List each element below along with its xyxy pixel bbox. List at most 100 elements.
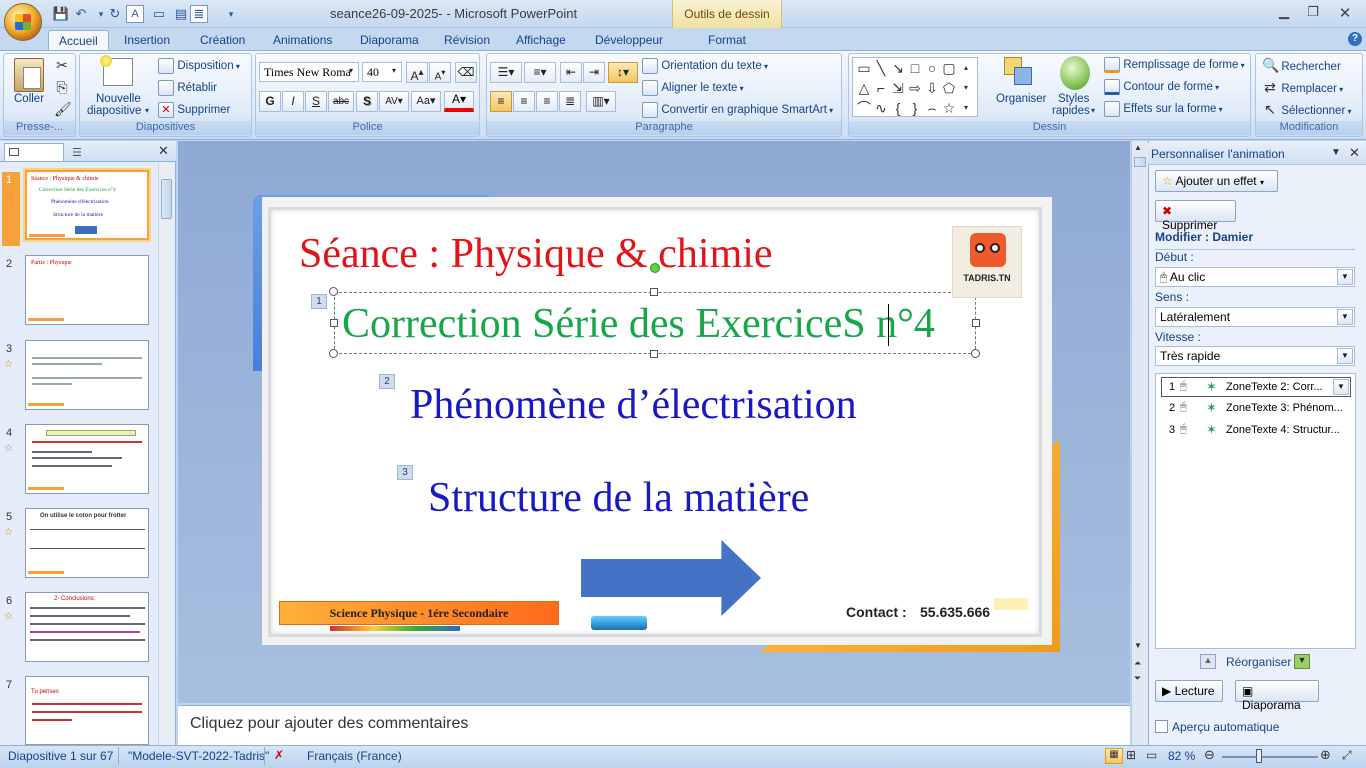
slideshow-button[interactable]: ▣ Diaporama xyxy=(1235,680,1319,712)
next-slide-icon[interactable]: ⏷ xyxy=(1134,673,1141,684)
customize-qat-icon[interactable]: ▾ xyxy=(222,5,240,23)
direction-dropdown-icon[interactable]: ▼ xyxy=(1337,309,1353,325)
handle-top-left[interactable] xyxy=(329,287,338,296)
handle-mid-left[interactable] xyxy=(330,319,338,327)
rounded-rect-shape-icon[interactable]: ▢ xyxy=(941,60,957,76)
underline-icon[interactable]: S xyxy=(305,91,327,112)
tab-diaporama[interactable]: Diaporama xyxy=(350,30,429,51)
shapes-gallery[interactable]: ▭ ╲ ↘ □ ○ ▢ ▴ △ ⌐ ⇲ ⇨ ⇩ ⬠ ▾ ⌒ ∿ { } ⌢ ☆ … xyxy=(852,57,978,117)
text-box-icon[interactable]: A xyxy=(126,5,144,23)
slide-sorter-icon[interactable]: ⊞ xyxy=(1126,748,1136,762)
gallery-down-icon[interactable]: ▾ xyxy=(958,80,974,96)
numbering-icon[interactable]: ≡▾ xyxy=(524,62,556,83)
curve-shape-icon[interactable]: ⌒ xyxy=(856,100,872,116)
copy-icon[interactable]: ⎘ xyxy=(54,79,70,95)
pentagon-shape-icon[interactable]: ⬠ xyxy=(941,80,957,96)
minimize-icon[interactable]: ▁ xyxy=(1274,4,1294,20)
columns-icon[interactable]: ▥▾ xyxy=(586,91,616,112)
align-right-icon[interactable]: ≡ xyxy=(536,91,558,112)
outline-tab-icon[interactable]: ☰ xyxy=(72,146,82,159)
line-spacing-icon[interactable]: ↕▾ xyxy=(608,62,638,83)
handle-mid-right[interactable] xyxy=(972,319,980,327)
slide-scroll-thumb[interactable] xyxy=(1134,157,1146,167)
speed-combo[interactable]: Très rapide ▼ xyxy=(1155,346,1355,366)
slideshow-view-icon[interactable]: ▭ xyxy=(1146,748,1157,762)
strikethrough-icon[interactable]: abc xyxy=(328,91,354,112)
find-button[interactable]: 🔍 Rechercher xyxy=(1262,57,1341,73)
layout-button[interactable]: Disposition ▾ xyxy=(158,58,240,74)
redo-icon[interactable]: ↻ xyxy=(106,5,124,23)
arrange-icon[interactable] xyxy=(1004,57,1036,89)
arrow-line-shape-icon[interactable]: ↘ xyxy=(890,60,906,76)
gallery-up-icon[interactable]: ▴ xyxy=(958,60,974,76)
fit-to-window-icon[interactable]: ⤢ xyxy=(1342,748,1352,763)
gallery-more-icon[interactable]: ▾ xyxy=(958,100,974,116)
line-shape-icon[interactable]: ╲ xyxy=(873,60,889,76)
italic-icon[interactable]: I xyxy=(282,91,304,112)
start-dropdown-icon[interactable]: ▼ xyxy=(1337,269,1353,285)
animation-badge-2[interactable]: 2 xyxy=(379,374,395,389)
shape-outline-button[interactable]: Contour de forme ▾ xyxy=(1104,79,1219,95)
align-center-icon[interactable]: ≡ xyxy=(513,91,535,112)
autopreview-checkbox[interactable] xyxy=(1155,720,1168,733)
grow-font-icon[interactable]: A▴ xyxy=(406,62,428,83)
slide-thumb-5[interactable]: On utilise le coton pour frotter xyxy=(25,508,149,578)
direction-combo[interactable]: Latéralement ▼ xyxy=(1155,307,1355,327)
select-button[interactable]: ↖ Sélectionner ▾ xyxy=(1262,101,1351,117)
freeform-shape-icon[interactable]: ∿ xyxy=(873,100,889,116)
down-arrow-shape-icon[interactable]: ⇩ xyxy=(924,80,940,96)
office-button[interactable] xyxy=(4,3,42,41)
shadow-icon[interactable]: S xyxy=(356,91,378,112)
pane-close-icon[interactable]: ✕ xyxy=(158,143,169,159)
new-slide-label-1[interactable]: Nouvelle xyxy=(96,93,141,105)
reset-button[interactable]: Rétablir xyxy=(158,80,217,96)
quick-styles-dropdown-icon[interactable]: ▾ xyxy=(1091,106,1095,115)
paste-label[interactable]: Coller xyxy=(14,93,44,105)
rotation-handle[interactable] xyxy=(650,263,660,273)
status-language[interactable]: Français (France) xyxy=(307,749,402,763)
bullets-icon[interactable]: ☰▾ xyxy=(490,62,522,83)
slide-thumb-6[interactable]: 2- Conclusions: xyxy=(25,592,149,662)
curved-shape-icon[interactable]: ⌢ xyxy=(924,100,940,116)
animation-item-2[interactable]: 2 🖱 ✶ ZoneTexte 3: Phénom... xyxy=(1161,399,1351,419)
slide-thumb-7[interactable]: Tu penses xyxy=(25,676,149,745)
animation-badge-1[interactable]: 1 xyxy=(311,294,327,309)
font-name-dropdown-icon[interactable]: ▾ xyxy=(349,66,353,75)
font-color-icon[interactable]: A▾ xyxy=(444,91,474,112)
remove-effect-button[interactable]: ✖ Supprimer xyxy=(1155,200,1236,232)
clear-format-icon[interactable]: ⌫ xyxy=(455,62,477,83)
shape-fill-button[interactable]: Remplissage de forme ▾ xyxy=(1104,57,1245,73)
smartart-button[interactable]: Convertir en graphique SmartArt ▾ xyxy=(642,102,833,118)
bold-icon[interactable]: G xyxy=(259,91,281,112)
save-icon[interactable]: 💾 xyxy=(52,5,70,23)
layout-icon[interactable]: ≣ xyxy=(190,5,208,23)
notes-pane[interactable]: Cliquez pour ajouter des commentaires xyxy=(178,705,1130,745)
slides-scrollbar[interactable] xyxy=(158,163,174,745)
tab-affichage[interactable]: Affichage xyxy=(506,30,576,51)
speed-dropdown-icon[interactable]: ▼ xyxy=(1337,348,1353,364)
task-pane-menu-icon[interactable]: ▼ xyxy=(1331,147,1341,158)
slides-scroll-thumb[interactable] xyxy=(161,179,172,219)
arrange-label[interactable]: Organiser xyxy=(996,93,1047,105)
animation-item-3[interactable]: 3 🖱 ✶ ZoneTexte 4: Structur... xyxy=(1161,421,1351,441)
handle-top-mid[interactable] xyxy=(650,288,658,296)
tab-creation[interactable]: Création xyxy=(190,30,255,51)
close-icon[interactable]: ✕ xyxy=(1335,4,1355,22)
cut-icon[interactable]: ✂ xyxy=(54,57,70,73)
quick-styles-label-1[interactable]: Styles xyxy=(1058,93,1089,105)
add-effect-button[interactable]: ☆ Ajouter un effet ▾ xyxy=(1155,170,1278,192)
zoom-in-icon[interactable]: ⊕ xyxy=(1320,747,1331,763)
shrink-font-icon[interactable]: A▾ xyxy=(429,62,451,83)
handle-bottom-mid[interactable] xyxy=(650,350,658,358)
zoom-slider-track[interactable] xyxy=(1222,756,1318,758)
slide-title[interactable]: Séance : Physique & chimie xyxy=(299,230,773,278)
start-combo[interactable]: 🖱 Au clic ▼ xyxy=(1155,267,1355,287)
slides-tab[interactable] xyxy=(4,143,64,161)
rectangle-shape-icon[interactable]: □ xyxy=(907,60,923,76)
brace-left-shape-icon[interactable]: { xyxy=(890,100,906,116)
tab-format[interactable]: Format xyxy=(698,30,756,51)
zoom-out-icon[interactable]: ⊖ xyxy=(1204,747,1215,763)
shape-effects-button[interactable]: Effets sur la forme ▾ xyxy=(1104,101,1223,117)
justify-icon[interactable]: ≣ xyxy=(559,91,581,112)
slide-footer-label[interactable]: Science Physique - 1ére Secondaire xyxy=(279,601,559,625)
